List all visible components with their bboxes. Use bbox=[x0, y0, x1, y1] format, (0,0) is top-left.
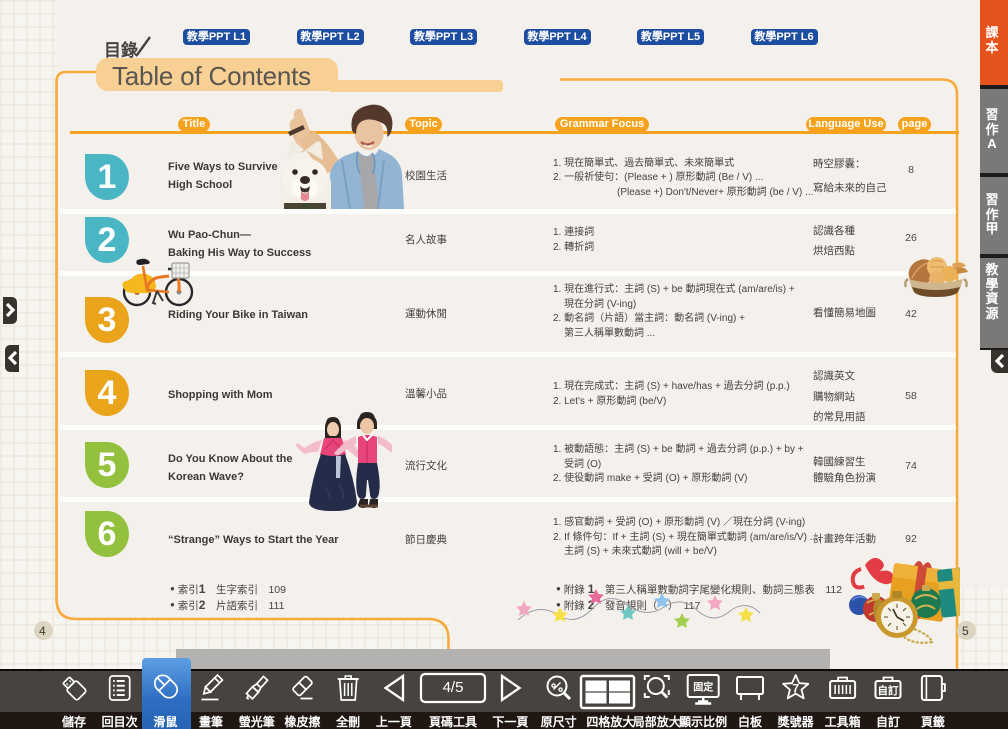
svg-text:自訂: 自訂 bbox=[878, 684, 899, 697]
svg-text:固定: 固定 bbox=[693, 681, 713, 694]
svg-text:7: 7 bbox=[792, 682, 799, 696]
